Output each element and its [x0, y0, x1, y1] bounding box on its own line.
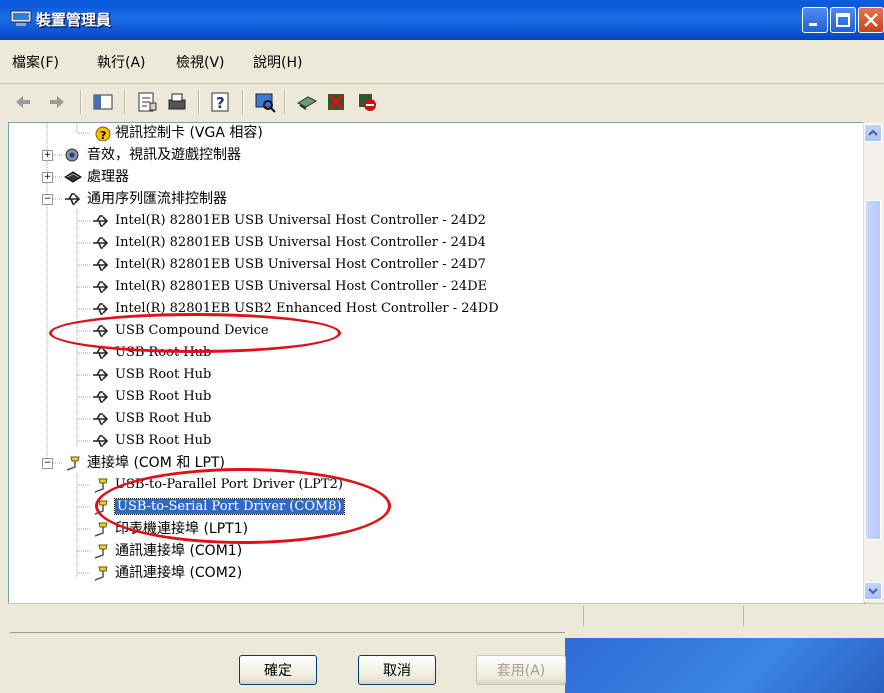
tree-item-label: Intel(R) 82801EB USB Universal Host Cont…: [115, 235, 486, 250]
tree-item-usb-device[interactable]: Intel(R) 82801EB USB Universal Host Cont…: [91, 276, 487, 298]
usb-icon: [93, 434, 109, 447]
status-separator: [583, 606, 584, 626]
highlight-ellipse: [49, 313, 341, 353]
warning-display-icon: ?: [95, 126, 111, 141]
tree-item-usb-root-hub[interactable]: USB Root Hub: [91, 386, 211, 408]
minimize-button[interactable]: [802, 7, 828, 33]
tree-item-usb-device[interactable]: Intel(R) 82801EB USB Universal Host Cont…: [91, 232, 486, 254]
toolbar-separator: [124, 90, 126, 114]
show-hide-console-tree-icon[interactable]: [92, 91, 114, 113]
tree-item-sound[interactable]: 音效，視訊及遊戲控制器: [63, 144, 241, 166]
help-icon[interactable]: ?: [210, 91, 232, 113]
expand-toggle[interactable]: +: [42, 172, 53, 183]
svg-text:?: ?: [100, 129, 106, 141]
status-separator: [743, 606, 744, 626]
cancel-button[interactable]: 取消: [358, 655, 436, 685]
port-icon: [94, 544, 108, 559]
usb-icon: [93, 280, 109, 293]
speaker-icon: [65, 148, 79, 162]
print-icon[interactable]: [166, 91, 188, 113]
uninstall-icon[interactable]: [326, 91, 348, 113]
toolbar-separator: [198, 90, 200, 114]
title-bar[interactable]: [0, 0, 884, 40]
tree-item-label: USB Root Hub: [115, 389, 212, 404]
usb-icon: [93, 236, 109, 249]
chevron-up-icon: [868, 129, 878, 136]
toolbar-separator: [80, 90, 82, 114]
tree-item-usb-root-hub[interactable]: USB Root Hub: [91, 364, 211, 386]
collapse-toggle[interactable]: −: [42, 194, 53, 205]
tree-item-label: USB Root Hub: [115, 411, 212, 426]
tree-item-processor[interactable]: 處理器: [63, 166, 129, 188]
tree-item-label: 視訊控制卡 (VGA 相容): [115, 125, 263, 141]
tree-item-label: 通訊連接埠 (COM2): [115, 565, 243, 581]
maximize-button[interactable]: [830, 7, 856, 33]
scroll-thumb[interactable]: [865, 200, 881, 540]
update-driver-icon[interactable]: [296, 91, 318, 113]
apply-button[interactable]: 套用(A): [476, 655, 566, 685]
tree-item-usb-device[interactable]: Intel(R) 82801EB USB Universal Host Cont…: [91, 210, 486, 232]
back-icon[interactable]: [12, 91, 34, 113]
usb-icon: [93, 302, 109, 315]
scan-hardware-icon[interactable]: [254, 91, 276, 113]
tree-item-label: Intel(R) 82801EB USB Universal Host Cont…: [115, 213, 486, 228]
tree-item-label: USB Root Hub: [115, 367, 212, 382]
expand-toggle[interactable]: +: [42, 150, 53, 161]
tree-item-usb-controllers[interactable]: 通用序列匯流排控制器: [63, 188, 227, 210]
highlight-ellipse: [95, 468, 391, 544]
tree-item-label: 處理器: [87, 169, 129, 185]
close-icon: [864, 13, 878, 27]
status-bar: [8, 603, 884, 630]
menu-action[interactable]: 執行(A): [97, 52, 146, 72]
toolbar: [0, 84, 884, 122]
ok-button[interactable]: 確定: [239, 655, 317, 685]
maximize-icon: [836, 13, 850, 27]
tree-item-port[interactable]: 通訊連接埠 (COM2): [91, 562, 242, 584]
scroll-up-button[interactable]: [864, 124, 882, 142]
toolbar-separator: [284, 90, 286, 114]
menu-file[interactable]: 檔案(F): [12, 52, 59, 72]
dialog-divider: [10, 632, 565, 643]
properties-icon[interactable]: [136, 91, 158, 113]
tree-item-usb-device[interactable]: Intel(R) 82801EB USB Universal Host Cont…: [91, 254, 486, 276]
usb-icon: [93, 258, 109, 271]
usb-icon: [65, 193, 81, 205]
usb-icon: [93, 390, 109, 403]
tree-item-label: Intel(R) 82801EB USB Universal Host Cont…: [115, 279, 488, 294]
chevron-down-icon: [868, 588, 878, 595]
processor-icon: [64, 171, 82, 183]
desktop-background: [565, 638, 884, 693]
port-icon: [94, 566, 108, 581]
tree-item-label: 通訊連接埠 (COM1): [115, 543, 243, 559]
tree-item-label: USB Root Hub: [115, 433, 212, 448]
tree-item-label: 通用序列匯流排控制器: [87, 191, 227, 207]
tree-item-usb-root-hub[interactable]: USB Root Hub: [91, 430, 211, 452]
usb-icon: [93, 368, 109, 381]
scroll-down-button[interactable]: [864, 582, 882, 600]
toolbar-separator: [242, 90, 244, 114]
device-manager-icon: [10, 10, 32, 26]
close-button[interactable]: [858, 7, 884, 33]
port-icon: [94, 522, 108, 537]
window-title: 裝置管理員: [36, 11, 112, 29]
collapse-toggle[interactable]: −: [42, 458, 53, 469]
menu-view[interactable]: 檢視(V): [176, 52, 225, 72]
disable-device-icon[interactable]: [356, 91, 378, 113]
forward-icon[interactable]: [46, 91, 68, 113]
tree-item-usb-root-hub[interactable]: USB Root Hub: [91, 408, 211, 430]
device-tree[interactable]: + + − − ? 視訊控制卡 (VGA 相容) 音效，視訊及遊戲控制器 處理器 …: [8, 122, 865, 604]
tree-item-label: Intel(R) 82801EB USB Universal Host Cont…: [115, 257, 486, 272]
menu-help[interactable]: 說明(H): [253, 52, 302, 72]
tree-item-label: 音效，視訊及遊戲控制器: [87, 147, 241, 163]
svg-text:?: ?: [216, 94, 225, 112]
tree-item-display-adapter[interactable]: ? 視訊控制卡 (VGA 相容): [91, 123, 263, 144]
minimize-icon: [809, 23, 817, 26]
port-icon: [66, 456, 80, 471]
usb-icon: [93, 412, 109, 425]
usb-icon: [93, 214, 109, 227]
